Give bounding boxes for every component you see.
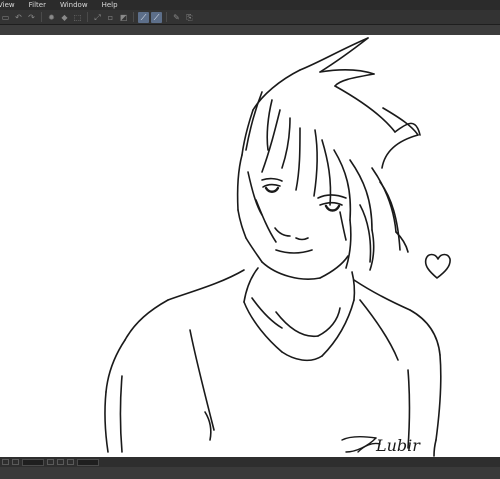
deselect-icon[interactable]: ▫	[105, 12, 116, 23]
toolbar-separator	[87, 12, 88, 22]
select-icon[interactable]: ⬚	[72, 12, 83, 23]
toolbar-divider-strip	[0, 25, 500, 35]
heart-doodle	[424, 253, 451, 279]
flip-button[interactable]	[67, 459, 74, 465]
settings-icon[interactable]: ✹	[46, 12, 57, 23]
bottom-strip	[0, 467, 500, 479]
rotate-left-button[interactable]	[47, 459, 54, 465]
status-bar	[0, 457, 500, 467]
transform-icon[interactable]: ⤢	[92, 12, 103, 23]
status-zoom-button[interactable]	[12, 459, 19, 465]
menu-filter[interactable]: Filter	[23, 0, 46, 10]
fill-icon[interactable]: ◆	[59, 12, 70, 23]
signature-text: Lubir	[375, 436, 421, 455]
undo-icon[interactable]: ↶	[13, 12, 24, 23]
toolbar-separator	[166, 12, 167, 22]
neck-collar-strokes	[243, 267, 356, 362]
toolbar-separator	[41, 12, 42, 22]
menu-window[interactable]: Window	[54, 0, 88, 10]
hair-strokes	[236, 37, 421, 271]
invert-icon[interactable]: ◩	[118, 12, 129, 23]
face-strokes	[261, 177, 349, 280]
pen-icon[interactable]: ✎	[171, 12, 182, 23]
angle-field[interactable]	[77, 458, 99, 466]
snap-ruler-icon[interactable]: ⟋	[138, 11, 149, 23]
redo-icon[interactable]: ↷	[26, 12, 37, 23]
shirt-strokes	[104, 269, 442, 457]
command-toolbar: ▭ ↶ ↷ ✹ ◆ ⬚ ⤢ ▫ ◩ ⟋ ⟋ ✎ ⎘	[0, 10, 500, 25]
drawing-canvas[interactable]: Lubir	[0, 35, 500, 457]
snap-special-icon[interactable]: ⟋	[151, 11, 162, 23]
menu-view[interactable]: View	[0, 0, 15, 10]
new-icon[interactable]: ▭	[0, 12, 11, 23]
status-left-button[interactable]	[2, 459, 9, 465]
menu-help[interactable]: Help	[96, 0, 118, 10]
reference-icon[interactable]: ⎘	[184, 12, 195, 23]
rotate-right-button[interactable]	[57, 459, 64, 465]
toolbar-separator	[133, 12, 134, 22]
menu-bar: View Filter Window Help	[0, 0, 500, 10]
zoom-field[interactable]	[22, 458, 44, 466]
line-art-sketch: Lubir	[104, 37, 451, 457]
artist-signature: Lubir	[341, 435, 421, 455]
